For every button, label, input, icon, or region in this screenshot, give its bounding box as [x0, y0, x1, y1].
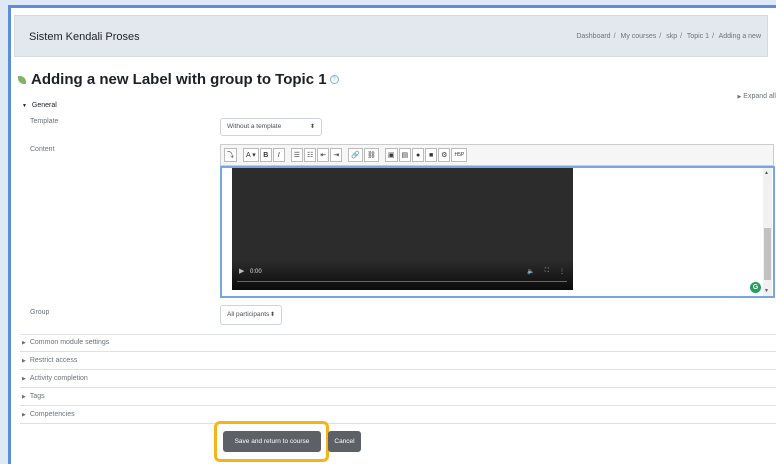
breadcrumb-my-courses[interactable]: My courses — [620, 33, 656, 40]
template-label: Template — [30, 118, 59, 125]
help-icon[interactable]: ? — [329, 75, 339, 84]
template-select-value: Without a template — [227, 123, 282, 130]
outdent-icon[interactable]: ⇤ — [317, 148, 330, 162]
video-progress-bar[interactable] — [237, 281, 567, 282]
grammarly-icon[interactable]: G — [750, 282, 761, 293]
fullscreen-icon[interactable]: ⛶ — [545, 268, 549, 275]
unlink-icon[interactable]: ⛓ — [364, 148, 379, 162]
expand-all-label: Expand all — [743, 93, 776, 100]
h5p-icon[interactable]: H5P — [451, 148, 468, 162]
breadcrumb-course[interactable]: skp — [666, 33, 677, 40]
group-label: Group — [30, 309, 50, 316]
group-select-value: All participants — [227, 311, 270, 318]
more-options-icon[interactable]: ⋮ — [559, 268, 565, 275]
italic-icon[interactable]: I — [272, 148, 285, 162]
scroll-down-icon[interactable]: ▼ — [764, 288, 769, 294]
editor-scrollbar[interactable]: ▲ ▼ — [763, 168, 772, 296]
divider — [20, 405, 776, 406]
scroll-up-icon[interactable]: ▲ — [764, 170, 769, 176]
media-icon[interactable]: ▤ — [398, 148, 412, 162]
manage-files-icon[interactable]: ⚙ — [438, 148, 451, 162]
divider — [20, 387, 776, 388]
divider — [20, 423, 776, 424]
breadcrumb-current: Adding a new — [718, 33, 761, 40]
section-label: Activity completion — [29, 375, 88, 382]
section-common-module-settings[interactable]: ▶ Common module settings — [22, 339, 109, 346]
video-player[interactable]: ▶ 0:00 🔈 ⛶ ⋮ — [232, 168, 573, 290]
toolbar-toggle-icon[interactable]: ⤵ — [224, 148, 237, 162]
chevron-right-icon: ▶ — [737, 94, 742, 100]
section-label: Competencies — [29, 411, 75, 418]
breadcrumb: Dashboard / My courses / skp / Topic 1/ Add… — [576, 33, 761, 40]
cancel-button[interactable]: Cancel — [328, 431, 361, 452]
video-controls-bg — [232, 260, 573, 290]
unordered-list-icon[interactable]: ☰ — [290, 148, 304, 162]
divider — [20, 334, 776, 335]
template-select[interactable]: Without a template ⬍ — [220, 118, 322, 136]
expand-all-link[interactable]: ▶ Expand all — [737, 93, 776, 100]
section-competencies[interactable]: ▶ Competencies — [22, 411, 75, 418]
save-and-return-button[interactable]: Save and return to course — [223, 431, 321, 452]
volume-icon[interactable]: 🔈 — [527, 268, 534, 275]
chevron-right-icon: ▶ — [22, 376, 26, 382]
content-label: Content — [30, 146, 55, 153]
section-tags[interactable]: ▶ Tags — [22, 393, 45, 400]
image-icon[interactable]: ▣ — [384, 148, 398, 162]
link-icon[interactable]: 🔗 — [348, 148, 364, 162]
divider — [20, 351, 776, 352]
chevron-right-icon: ▶ — [22, 340, 26, 346]
record-video-icon[interactable]: ■ — [425, 148, 438, 162]
chevron-right-icon: ▶ — [22, 358, 26, 364]
breadcrumb-topic[interactable]: Topic 1 — [687, 33, 709, 40]
chevron-right-icon: ▶ — [22, 412, 26, 418]
page-title-row: Adding a new Label with group to Topic 1… — [18, 71, 339, 88]
video-controls: 🔈 ⛶ ⋮ — [527, 268, 565, 275]
section-label: Restrict access — [29, 357, 78, 364]
group-select[interactable]: All participants ⬍ — [220, 305, 282, 325]
site-name[interactable]: Sistem Kendali Proses — [29, 31, 140, 43]
general-section-toggle[interactable]: ▼ General — [22, 102, 57, 109]
general-legend: General — [31, 102, 57, 109]
video-time: 0:00 — [250, 269, 262, 275]
bold-icon[interactable]: B — [259, 148, 272, 162]
section-restrict-access[interactable]: ▶ Restrict access — [22, 357, 77, 364]
chevron-down-icon: ▼ — [22, 103, 27, 109]
editor-toolbar: ⤵ A ▾ B I ☰ ☷ ⇤ ⇥ 🔗 ⛓ ▣ ▤ ● ■ ⚙ H5P — [220, 144, 774, 166]
chevron-right-icon: ▶ — [22, 394, 26, 400]
divider — [20, 369, 776, 370]
page-header: Sistem Kendali Proses Dashboard / My cour… — [14, 15, 768, 57]
section-label: Tags — [29, 393, 45, 400]
play-icon[interactable]: ▶ — [239, 267, 244, 275]
font-style-icon[interactable]: A ▾ — [243, 148, 259, 162]
label-module-icon — [18, 75, 26, 84]
content-editor[interactable]: ▶ 0:00 🔈 ⛶ ⋮ ▲ ▼ G — [220, 166, 775, 298]
page-title: Adding a new Label with group to Topic 1 — [31, 71, 327, 88]
breadcrumb-dashboard[interactable]: Dashboard — [576, 33, 610, 40]
record-audio-icon[interactable]: ● — [412, 148, 425, 162]
scrollbar-thumb[interactable] — [764, 228, 771, 280]
select-arrow-icon: ⬍ — [269, 312, 275, 318]
section-label: Common module settings — [29, 339, 110, 346]
ordered-list-icon[interactable]: ☷ — [304, 148, 317, 162]
section-activity-completion[interactable]: ▶ Activity completion — [22, 375, 88, 382]
indent-icon[interactable]: ⇥ — [330, 148, 343, 162]
select-arrow-icon: ⬍ — [309, 124, 315, 130]
